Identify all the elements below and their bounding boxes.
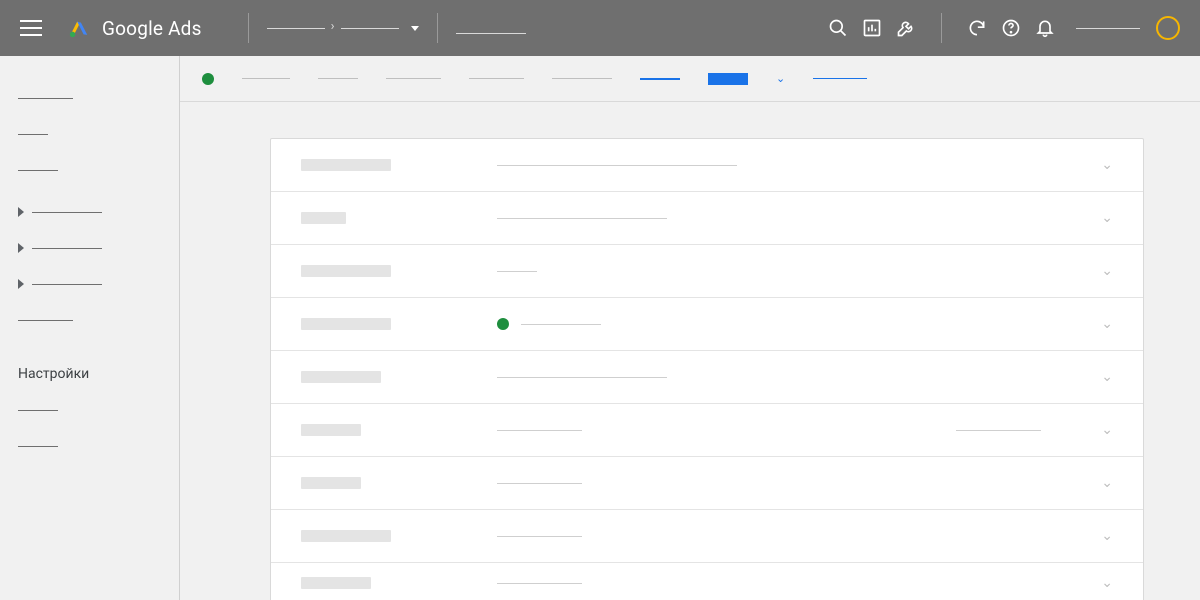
chevron-down-icon: ⌄ — [776, 72, 785, 85]
setting-row-status[interactable]: ⌄ — [271, 298, 1143, 351]
tab[interactable] — [469, 78, 524, 79]
chevron-down-icon: ⌄ — [1101, 263, 1113, 279]
sidebar-item[interactable] — [18, 116, 161, 152]
sidebar-item[interactable] — [18, 428, 161, 464]
setting-value-placeholder — [497, 165, 737, 166]
search-button[interactable] — [821, 11, 855, 45]
caret-right-icon — [18, 279, 24, 289]
chevron-down-icon: ⌄ — [1101, 157, 1113, 173]
setting-label-placeholder — [301, 530, 391, 542]
setting-label-placeholder — [301, 371, 381, 383]
tab-link[interactable] — [813, 78, 867, 79]
setting-value-placeholder — [497, 483, 582, 484]
chevron-right-icon: › — [331, 19, 335, 34]
setting-label-placeholder — [301, 212, 346, 224]
setting-row[interactable]: ⌄ — [271, 457, 1143, 510]
sidebar-item-expandable[interactable] — [18, 194, 161, 230]
setting-value-placeholder — [497, 430, 582, 431]
caret-right-icon — [18, 243, 24, 253]
sidebar-item-expandable[interactable] — [18, 266, 161, 302]
setting-label-placeholder — [301, 159, 391, 171]
caret-right-icon — [18, 207, 24, 217]
product-logo[interactable]: Google Ads — [68, 17, 202, 40]
product-name: Google Ads — [102, 17, 202, 40]
refresh-icon — [967, 18, 987, 38]
chart-icon — [862, 18, 882, 38]
sidebar-item[interactable] — [18, 302, 161, 338]
setting-value-placeholder — [956, 430, 1041, 431]
tools-button[interactable] — [889, 11, 923, 45]
tab[interactable] — [386, 78, 441, 79]
setting-label-placeholder — [301, 318, 391, 330]
help-icon — [1001, 18, 1021, 38]
divider — [248, 13, 249, 43]
account-id-placeholder — [1076, 28, 1140, 29]
setting-value-placeholder — [521, 324, 601, 325]
dropdown-icon — [411, 26, 419, 31]
status-dot-enabled — [497, 318, 509, 330]
chevron-down-icon: ⌄ — [1101, 475, 1113, 491]
tab[interactable] — [552, 78, 612, 79]
status-dot-enabled — [202, 73, 214, 85]
refresh-button[interactable] — [960, 11, 994, 45]
chevron-down-icon: ⌄ — [1101, 575, 1113, 591]
wrench-icon — [896, 18, 916, 38]
tab[interactable] — [318, 78, 358, 79]
setting-value-placeholder — [497, 218, 667, 219]
sidebar: Настройки — [0, 56, 180, 600]
tab-active[interactable] — [708, 73, 748, 85]
chevron-down-icon: ⌄ — [1101, 369, 1113, 385]
sidebar-item-expandable[interactable] — [18, 230, 161, 266]
sidebar-item[interactable] — [18, 152, 161, 188]
setting-label-placeholder — [301, 424, 361, 436]
setting-row[interactable]: ⌄ — [271, 404, 1143, 457]
bell-icon — [1035, 18, 1055, 38]
setting-value-placeholder — [497, 583, 582, 584]
setting-row[interactable]: ⌄ — [271, 510, 1143, 563]
search-icon — [828, 18, 848, 38]
chevron-down-icon: ⌄ — [1101, 422, 1113, 438]
settings-panel: ⌄ ⌄ ⌄ ⌄ ⌄ — [270, 138, 1144, 600]
content-area: ⌄ ⌄ ⌄ ⌄ ⌄ — [180, 56, 1200, 600]
tab-more-dropdown[interactable]: ⌄ — [776, 72, 785, 85]
setting-value-placeholder — [497, 377, 667, 378]
setting-label-placeholder — [301, 477, 361, 489]
setting-value-placeholder — [497, 536, 582, 537]
avatar[interactable] — [1156, 16, 1180, 40]
sidebar-item-settings[interactable]: Настройки — [18, 356, 161, 392]
reports-button[interactable] — [855, 11, 889, 45]
tab-active-underline[interactable] — [640, 78, 680, 80]
help-button[interactable] — [994, 11, 1028, 45]
menu-icon[interactable] — [20, 16, 44, 40]
google-ads-logo-icon — [68, 17, 90, 39]
app-header: Google Ads › — [0, 0, 1200, 56]
chevron-down-icon: ⌄ — [1101, 528, 1113, 544]
divider — [437, 13, 438, 43]
setting-row[interactable]: ⌄ — [271, 139, 1143, 192]
chevron-down-icon: ⌄ — [1101, 210, 1113, 226]
setting-label-placeholder — [301, 577, 371, 589]
setting-row[interactable]: ⌄ — [271, 563, 1143, 600]
setting-row[interactable]: ⌄ — [271, 245, 1143, 298]
notifications-button[interactable] — [1028, 11, 1062, 45]
tabs-bar: ⌄ — [180, 56, 1200, 102]
account-switcher[interactable]: › — [267, 21, 419, 36]
tab[interactable] — [242, 78, 290, 79]
setting-row[interactable]: ⌄ — [271, 351, 1143, 404]
setting-row[interactable]: ⌄ — [271, 192, 1143, 245]
campaign-breadcrumb[interactable] — [456, 19, 526, 38]
chevron-down-icon: ⌄ — [1101, 316, 1113, 332]
setting-value-placeholder — [497, 271, 537, 272]
sidebar-item[interactable] — [18, 80, 161, 116]
sidebar-item[interactable] — [18, 392, 161, 428]
divider — [941, 13, 942, 43]
setting-label-placeholder — [301, 265, 391, 277]
